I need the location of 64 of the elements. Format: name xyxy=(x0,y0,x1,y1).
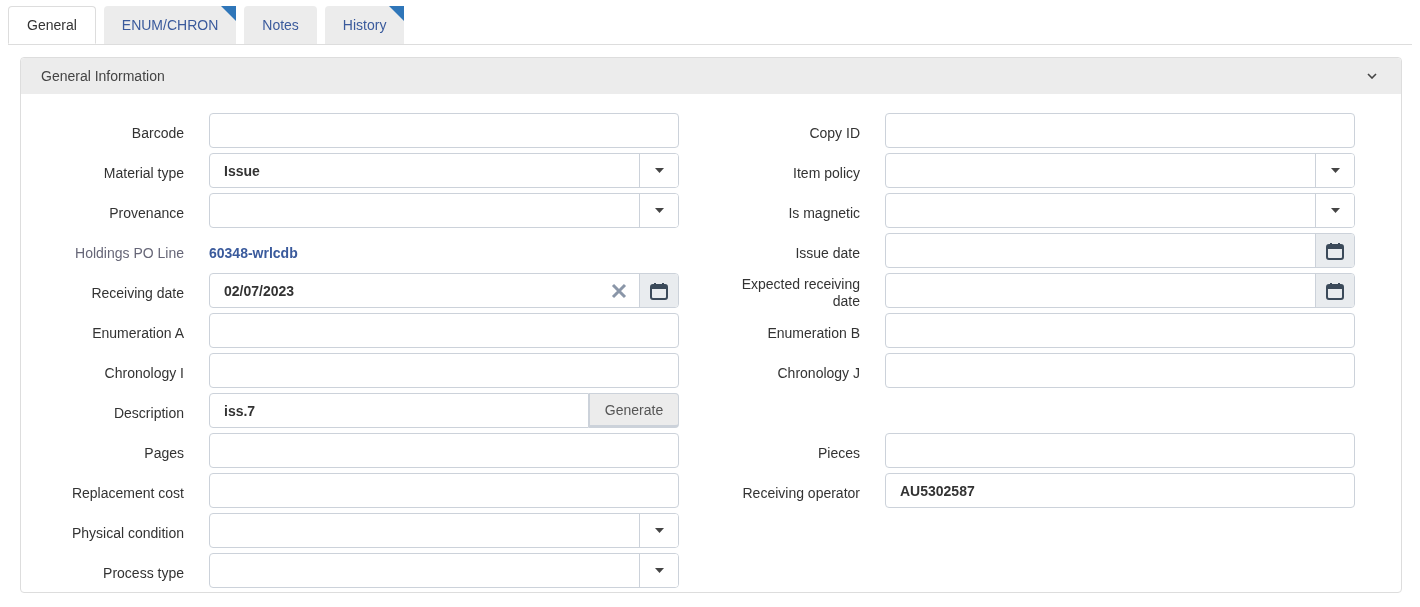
field-label: Material type xyxy=(102,164,184,182)
field-label: Item policy xyxy=(792,164,860,182)
tab[interactable]: Notes xyxy=(244,6,317,44)
caret-icon xyxy=(654,568,664,573)
dropdown-field[interactable] xyxy=(885,153,1355,188)
field-label: Expected receiving date xyxy=(740,276,860,310)
po-line-link[interactable]: 60348-wrlcdb xyxy=(209,245,679,261)
field-label: Chronology J xyxy=(776,364,860,382)
dropdown-field[interactable] xyxy=(209,513,679,548)
caret-icon xyxy=(1330,208,1340,213)
field-label: Barcode xyxy=(130,124,184,142)
caret-icon xyxy=(654,168,664,173)
field-label: Receiving operator xyxy=(741,484,860,502)
calendar-icon xyxy=(650,281,668,300)
input-field[interactable]: AU5302587 xyxy=(885,473,1355,508)
calendar-icon xyxy=(1326,281,1344,300)
field-label: Pages xyxy=(143,444,184,462)
input-field[interactable] xyxy=(209,433,679,468)
field-value: AU5302587 xyxy=(899,481,976,501)
dropdown-field[interactable] xyxy=(885,193,1355,228)
field-label: Enumeration A xyxy=(91,324,184,342)
tab[interactable]: ENUM/CHRON xyxy=(103,6,237,44)
field-label: Pieces xyxy=(816,444,860,462)
date-field[interactable] xyxy=(885,273,1355,308)
generate-button[interactable]: Generate xyxy=(589,393,679,428)
clear-icon[interactable] xyxy=(611,282,627,299)
panel-title: General Information xyxy=(41,68,165,84)
field-label: Is magnetic xyxy=(787,204,860,222)
dropdown-field[interactable]: Issue xyxy=(209,153,679,188)
input-field[interactable]: iss.7 xyxy=(209,393,589,428)
input-field[interactable] xyxy=(885,433,1355,468)
field-label: Description xyxy=(112,404,184,422)
field-label: Copy ID xyxy=(808,124,860,142)
input-field[interactable] xyxy=(209,313,679,348)
field-label: Replacement cost xyxy=(70,484,184,502)
tab[interactable]: History xyxy=(324,6,405,44)
field-label: Provenance xyxy=(108,204,184,222)
field-value: Issue xyxy=(223,161,261,181)
field-label: Physical condition xyxy=(70,524,184,542)
input-field[interactable] xyxy=(209,473,679,508)
caret-icon xyxy=(654,208,664,213)
dropdown-field[interactable] xyxy=(209,553,679,588)
field-value: iss.7 xyxy=(223,401,257,421)
dropdown-field[interactable] xyxy=(209,193,679,228)
caret-icon xyxy=(654,528,664,533)
input-field[interactable] xyxy=(885,313,1355,348)
field-label: Holdings PO Line xyxy=(74,244,184,262)
field-label: Process type xyxy=(102,564,184,582)
input-field[interactable] xyxy=(209,353,679,388)
panel-header[interactable]: General Information xyxy=(21,58,1401,94)
input-field[interactable] xyxy=(885,353,1355,388)
caret-icon xyxy=(1330,168,1340,173)
field-value: 02/07/2023 xyxy=(223,281,296,301)
field-label: Chronology I xyxy=(103,364,184,382)
input-field[interactable] xyxy=(885,113,1355,148)
date-field[interactable]: 02/07/2023 xyxy=(209,273,679,308)
field-label: Issue date xyxy=(794,244,860,262)
date-field[interactable] xyxy=(885,233,1355,268)
field-label: Enumeration B xyxy=(766,324,860,342)
calendar-icon xyxy=(1326,241,1344,260)
chevron-icon[interactable] xyxy=(1367,73,1377,79)
tab[interactable]: General xyxy=(8,6,96,44)
field-label: Receiving date xyxy=(90,284,184,302)
input-field[interactable] xyxy=(209,113,679,148)
